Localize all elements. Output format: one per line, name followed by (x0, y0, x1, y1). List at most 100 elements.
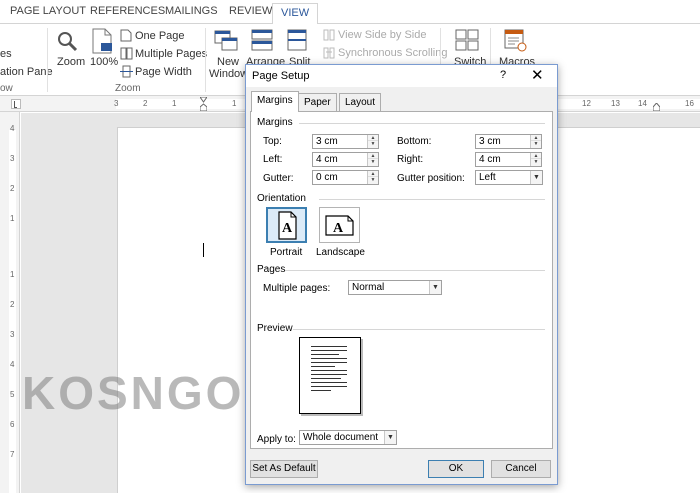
view-side-by-side-icon (323, 29, 335, 44)
preview-line (311, 354, 339, 355)
multiple-pages-button[interactable]: Multiple Pages (135, 48, 207, 60)
spinner-buttons[interactable]: ▲ ▼ (530, 153, 541, 166)
right-margin-spinner[interactable]: 4 cm ▲ ▼ (475, 152, 542, 167)
set-as-default-button[interactable]: Set As Default (250, 460, 318, 478)
spin-down-icon[interactable]: ▼ (368, 141, 378, 147)
preview-line (311, 378, 341, 379)
close-icon[interactable]: ✕ (531, 66, 544, 84)
tab-view[interactable]: VIEW (272, 3, 319, 25)
bottom-margin-label: Bottom: (397, 136, 432, 147)
switch-windows-icon[interactable] (455, 28, 479, 55)
one-page-button[interactable]: One Page (135, 30, 185, 42)
ruler-number: 3 (114, 99, 119, 108)
right-margin-value[interactable]: 4 cm (479, 154, 501, 165)
vertical-ruler-number: 6 (10, 420, 15, 429)
navigation-pane-button[interactable]: ation Pane (0, 66, 53, 78)
spin-down-icon[interactable]: ▼ (368, 159, 378, 165)
synchronous-scrolling-button[interactable]: Synchronous Scrolling (338, 47, 447, 59)
spin-down-icon[interactable]: ▼ (531, 159, 541, 165)
divider (299, 123, 545, 124)
tab-paper[interactable]: Paper (298, 93, 337, 111)
multiple-pages-select[interactable]: Normal ▼ (348, 280, 442, 295)
indent-marker-icon[interactable] (199, 96, 208, 112)
apply-to-value: Whole document (303, 432, 379, 443)
portrait-icon: A (278, 211, 297, 240)
zoom-button-label[interactable]: Zoom (57, 56, 85, 68)
apply-to-select[interactable]: Whole document ▼ (299, 430, 397, 445)
orientation-section-heading: Orientation (257, 193, 306, 204)
vertical-ruler-number: 3 (10, 330, 15, 339)
right-indent-marker-icon[interactable] (652, 102, 661, 112)
bottom-margin-spinner[interactable]: 3 cm ▲ ▼ (475, 134, 542, 149)
tab-review[interactable]: REVIEW (229, 5, 272, 17)
navigation-item-cut[interactable]: es (0, 48, 12, 60)
group-separator (205, 28, 206, 92)
gutter-position-select[interactable]: Left ▼ (475, 170, 543, 185)
tab-selector-icon[interactable] (11, 99, 21, 109)
portrait-option[interactable]: A (266, 207, 307, 243)
right-margin-label: Right: (397, 154, 424, 165)
vertical-ruler-number: 5 (10, 390, 15, 399)
preview-line (311, 382, 347, 383)
vertical-ruler-number: 4 (10, 124, 15, 133)
hundred-percent-button-label[interactable]: 100% (90, 56, 118, 68)
left-margin-value[interactable]: 4 cm (316, 154, 338, 165)
ok-button[interactable]: OK (428, 460, 484, 478)
view-side-by-side-button[interactable]: View Side by Side (338, 29, 426, 41)
zoom-icon[interactable] (56, 30, 78, 55)
dialog-titlebar[interactable]: Page Setup ? ✕ (246, 65, 557, 87)
margins-panel: Margins Top: 3 cm ▲ ▼ Bottom: 3 cm ▲ ▼ Lef… (250, 111, 553, 449)
macros-icon[interactable] (503, 28, 527, 55)
tab-margins[interactable]: Margins (251, 91, 299, 112)
show-group-label: ow (0, 83, 13, 94)
help-button[interactable]: ? (500, 69, 506, 81)
pages-section-heading: Pages (257, 264, 286, 275)
multiple-pages-label: Multiple pages: (263, 283, 331, 294)
top-margin-value[interactable]: 3 cm (316, 136, 338, 147)
page-width-button[interactable]: Page Width (135, 66, 192, 78)
left-margin-spinner[interactable]: 4 cm ▲ ▼ (312, 152, 379, 167)
preview-line (311, 374, 347, 375)
arrange-all-icon[interactable] (250, 28, 274, 55)
vertical-ruler-number: 2 (10, 184, 15, 193)
new-window-label-2[interactable]: Window (209, 68, 248, 80)
chevron-down-icon[interactable]: ▼ (429, 281, 441, 294)
tab-layout[interactable]: Layout (339, 93, 382, 111)
gutter-label: Gutter: (263, 173, 294, 184)
chevron-down-icon[interactable]: ▼ (530, 171, 542, 184)
vertical-ruler-number: 1 (10, 214, 15, 223)
spin-down-icon[interactable]: ▼ (531, 141, 541, 147)
gutter-position-value: Left (479, 172, 496, 183)
ruler-number: 16 (685, 99, 694, 108)
ruler-number: 12 (582, 99, 591, 108)
landscape-option[interactable]: A (319, 207, 360, 243)
top-margin-spinner[interactable]: 3 cm ▲ ▼ (312, 134, 379, 149)
spinner-buttons[interactable]: ▲ ▼ (367, 171, 378, 184)
tab-mailings[interactable]: MAILINGS (165, 5, 218, 17)
margins-section-heading: Margins (257, 117, 293, 128)
cancel-button[interactable]: Cancel (491, 460, 551, 478)
spinner-buttons[interactable]: ▲ ▼ (367, 135, 378, 148)
portrait-label: Portrait (270, 247, 303, 258)
spin-down-icon[interactable]: ▼ (368, 177, 378, 183)
group-separator (47, 28, 48, 92)
vertical-ruler-number: 3 (10, 154, 15, 163)
new-window-label-1[interactable]: New (217, 56, 239, 68)
vertical-ruler[interactable]: 4 3 2 1 1 2 3 4 5 6 7 (0, 112, 20, 493)
tab-page-layout[interactable]: PAGE LAYOUT (10, 5, 86, 17)
gutter-value[interactable]: 0 cm (316, 172, 338, 183)
top-margin-label: Top: (263, 136, 282, 147)
spinner-buttons[interactable]: ▲ ▼ (367, 153, 378, 166)
hundred-percent-icon[interactable] (91, 28, 113, 57)
vertical-ruler-number: 2 (10, 300, 15, 309)
gutter-spinner[interactable]: 0 cm ▲ ▼ (312, 170, 379, 185)
split-icon[interactable] (286, 28, 308, 55)
spinner-buttons[interactable]: ▲ ▼ (530, 135, 541, 148)
new-window-icon[interactable] (214, 28, 238, 55)
preview-line (311, 358, 347, 359)
bottom-margin-value[interactable]: 3 cm (479, 136, 501, 147)
text-cursor (203, 243, 204, 257)
chevron-down-icon[interactable]: ▼ (384, 431, 396, 444)
tab-references[interactable]: REFERENCES (90, 5, 165, 17)
preview-line (311, 370, 347, 371)
